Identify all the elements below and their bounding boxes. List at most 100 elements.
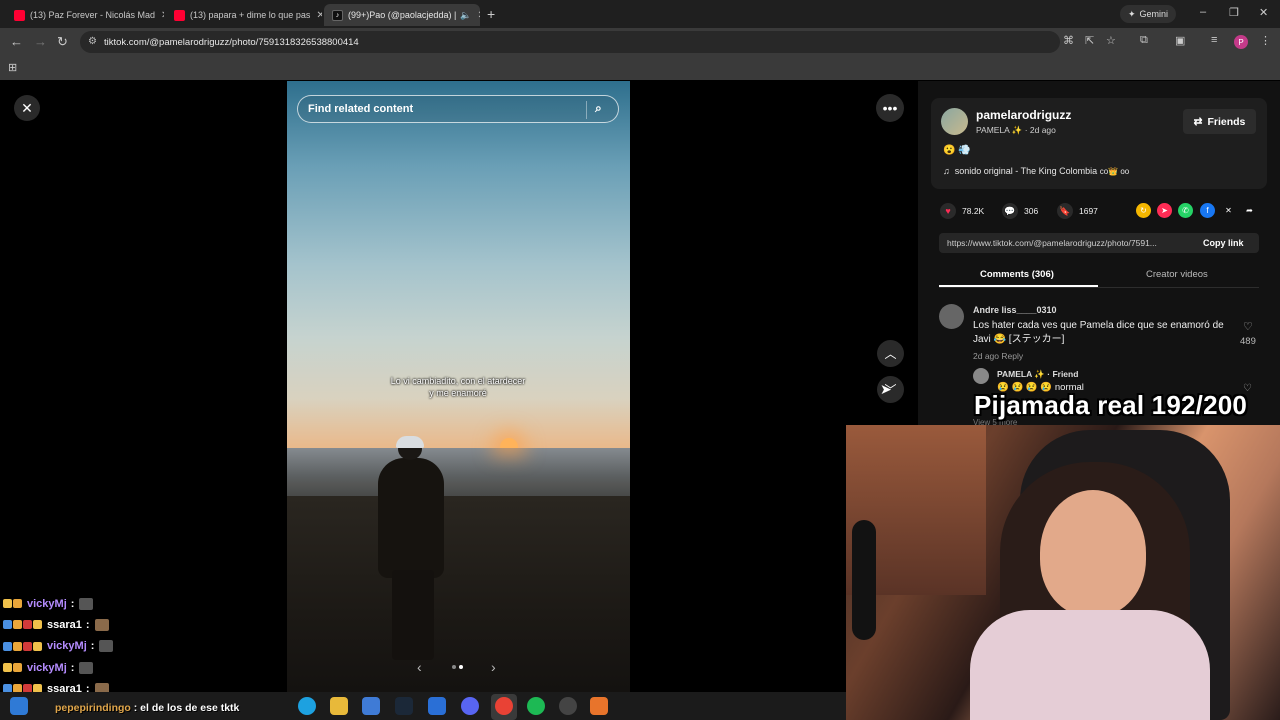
window-close-button[interactable]: ✕ — [1259, 6, 1268, 19]
comment-username[interactable]: Andre liss____0310 — [973, 305, 1057, 315]
extensions-icon[interactable]: ⧉ — [1140, 34, 1148, 47]
chat-username: vickyMj — [27, 661, 67, 674]
carousel-next-icon[interactable]: › — [491, 659, 496, 675]
back-button[interactable]: ← — [10, 34, 23, 49]
bookmark-star-icon[interactable]: ☆ — [1106, 34, 1116, 47]
obs-icon[interactable] — [559, 697, 577, 715]
install-app-icon[interactable]: ⇱ — [1085, 34, 1094, 47]
comment-avatar[interactable] — [939, 304, 964, 329]
x-icon[interactable]: ✕ — [1221, 203, 1236, 218]
close-tab-icon[interactable]: ✕ — [155, 10, 164, 21]
comment-stat[interactable]: 💬 306 — [1002, 203, 1038, 219]
app-icon[interactable] — [590, 697, 608, 715]
author-avatar[interactable] — [941, 108, 968, 135]
discord-icon[interactable] — [461, 697, 479, 715]
heart-icon[interactable]: ♥ — [940, 203, 956, 219]
chat-username: vickyMj — [27, 597, 67, 610]
friends-button[interactable]: ⇄ Friends — [1183, 109, 1256, 134]
chrome-icon[interactable] — [495, 697, 513, 715]
music-link[interactable]: ♫ sonido original - The King Colombia co… — [943, 166, 1129, 176]
profile-avatar[interactable]: P — [1234, 35, 1248, 49]
tab-youtube-1[interactable]: (13) Paz Forever - Nicolás Mad ✕ — [6, 4, 164, 26]
chat-badge-icon — [3, 641, 12, 651]
comment-like-count: 489 — [1240, 336, 1256, 347]
tab-comments[interactable]: Comments (306) — [980, 269, 1054, 280]
repost-icon[interactable]: ↻ — [1136, 203, 1151, 218]
store-icon[interactable] — [428, 697, 446, 715]
tab-label: (13) papara + dime lo que pas — [190, 10, 311, 20]
reload-button[interactable]: ↻ — [57, 34, 68, 50]
chat-separator: : — [90, 640, 95, 653]
edge-icon[interactable] — [298, 697, 316, 715]
save-stat[interactable]: 🔖 1697 — [1057, 203, 1098, 219]
address-bar-row: ← → ↻ ⚙ tiktok.com/@pamelarodriguzz/phot… — [0, 28, 1280, 56]
reply-avatar[interactable] — [973, 368, 989, 384]
chat-badge-icon — [13, 663, 22, 673]
copy-link-button[interactable]: Copy link — [1203, 238, 1244, 248]
comment-meta[interactable]: 2d ago Reply — [973, 351, 1023, 361]
translate-icon[interactable]: ⌘ — [1063, 34, 1074, 47]
menu-icon[interactable]: ⋮ — [1260, 34, 1271, 47]
url-field[interactable]: ⚙ tiktok.com/@pamelarodriguzz/photo/7591… — [80, 31, 1060, 53]
comment-icon[interactable]: 💬 — [1002, 203, 1018, 219]
chat-username: vickyMj — [47, 640, 87, 653]
search-related-input[interactable]: Find related content ⌕ — [297, 95, 619, 123]
side-panel-icon[interactable]: ▣ — [1175, 34, 1185, 47]
share-arrow-icon[interactable]: ➦ — [1242, 203, 1257, 218]
chat-badge-icon — [3, 663, 12, 673]
whatsapp-icon[interactable]: ✆ — [1178, 203, 1193, 218]
calendar-icon[interactable] — [362, 697, 380, 715]
reading-list-icon[interactable]: ≡ — [1211, 34, 1217, 46]
like-stat[interactable]: ♥ 78.2K — [940, 203, 984, 219]
new-tab-button[interactable]: + — [487, 6, 495, 22]
music-title: sonido original - The King Colombia — [954, 166, 1098, 176]
more-options-button[interactable]: ••• — [876, 94, 904, 122]
carousel-dot[interactable] — [452, 665, 456, 669]
chat-ticker: pepepirindingo : el de los de ese tktk — [55, 702, 239, 714]
chat-emote-icon — [99, 640, 114, 653]
restore-button[interactable]: ❐ — [1229, 6, 1239, 19]
music-title-tail: co👑 oo — [1099, 167, 1130, 176]
facebook-icon[interactable]: f — [1200, 203, 1215, 218]
speaker-icon[interactable]: 🔈 — [460, 10, 471, 21]
tab-creator-videos[interactable]: Creator videos — [1146, 269, 1208, 280]
carousel-prev-icon[interactable]: ‹ — [417, 659, 422, 675]
tiktok-icon: ♪ — [332, 9, 343, 21]
previous-post-button[interactable]: ︿ — [877, 340, 904, 367]
search-placeholder: Find related content — [308, 103, 414, 115]
close-tab-icon[interactable]: ✕ — [310, 10, 322, 21]
friends-icon: ⇄ — [1193, 115, 1203, 128]
tab-tiktok[interactable]: ♪ (99+)Pao (@paolacjedda) | 🔈 ✕ — [324, 4, 480, 26]
forward-button[interactable]: → — [34, 34, 47, 49]
friends-label: Friends — [1207, 115, 1246, 128]
carousel-dots — [452, 665, 463, 669]
file-explorer-icon[interactable] — [330, 697, 348, 715]
gemini-button[interactable]: ✦ Gemini — [1120, 5, 1177, 23]
start-icon[interactable] — [10, 697, 28, 715]
author-username[interactable]: pamelarodriguzz — [976, 108, 1071, 122]
minimize-button[interactable]: – — [1200, 6, 1206, 18]
comment-like-icon[interactable]: ♡ — [1243, 320, 1253, 333]
chat-username: ssara1 — [47, 618, 82, 631]
chat-badge-icon — [3, 620, 12, 630]
bookmark-icon[interactable]: 🔖 — [1057, 203, 1073, 219]
photo-person-cap — [396, 436, 424, 448]
stream-overlay-title: Pijamada real 192/200 — [974, 390, 1248, 420]
close-tab-icon[interactable]: ✕ — [472, 10, 480, 21]
steam-icon[interactable] — [395, 697, 413, 715]
comment-text: Los hater cada ves que Pamela dice que s… — [973, 320, 1224, 345]
tab-youtube-2[interactable]: (13) papara + dime lo que pas ✕ — [166, 4, 322, 26]
chat-emote-icon — [94, 618, 109, 631]
apps-grid-icon[interactable]: ⊞ — [8, 61, 17, 74]
reply-username[interactable]: PAMELA ✨ · Friend — [997, 369, 1078, 380]
spotify-icon[interactable] — [527, 697, 545, 715]
close-viewer-button[interactable]: ✕ — [14, 95, 40, 121]
send-icon[interactable]: ➤ — [1157, 203, 1172, 218]
gemini-icon: ✦ — [1128, 8, 1136, 19]
tab-label: (99+)Pao (@paolacjedda) | — [348, 10, 457, 20]
url-text: tiktok.com/@pamelarodriguzz/photo/759131… — [104, 36, 359, 48]
search-icon[interactable]: ⌕ — [595, 101, 602, 116]
carousel-dot-active[interactable] — [459, 665, 463, 669]
tab-label: (13) Paz Forever - Nicolás Mad — [30, 10, 156, 20]
site-info-icon[interactable]: ⚙ — [88, 36, 97, 47]
